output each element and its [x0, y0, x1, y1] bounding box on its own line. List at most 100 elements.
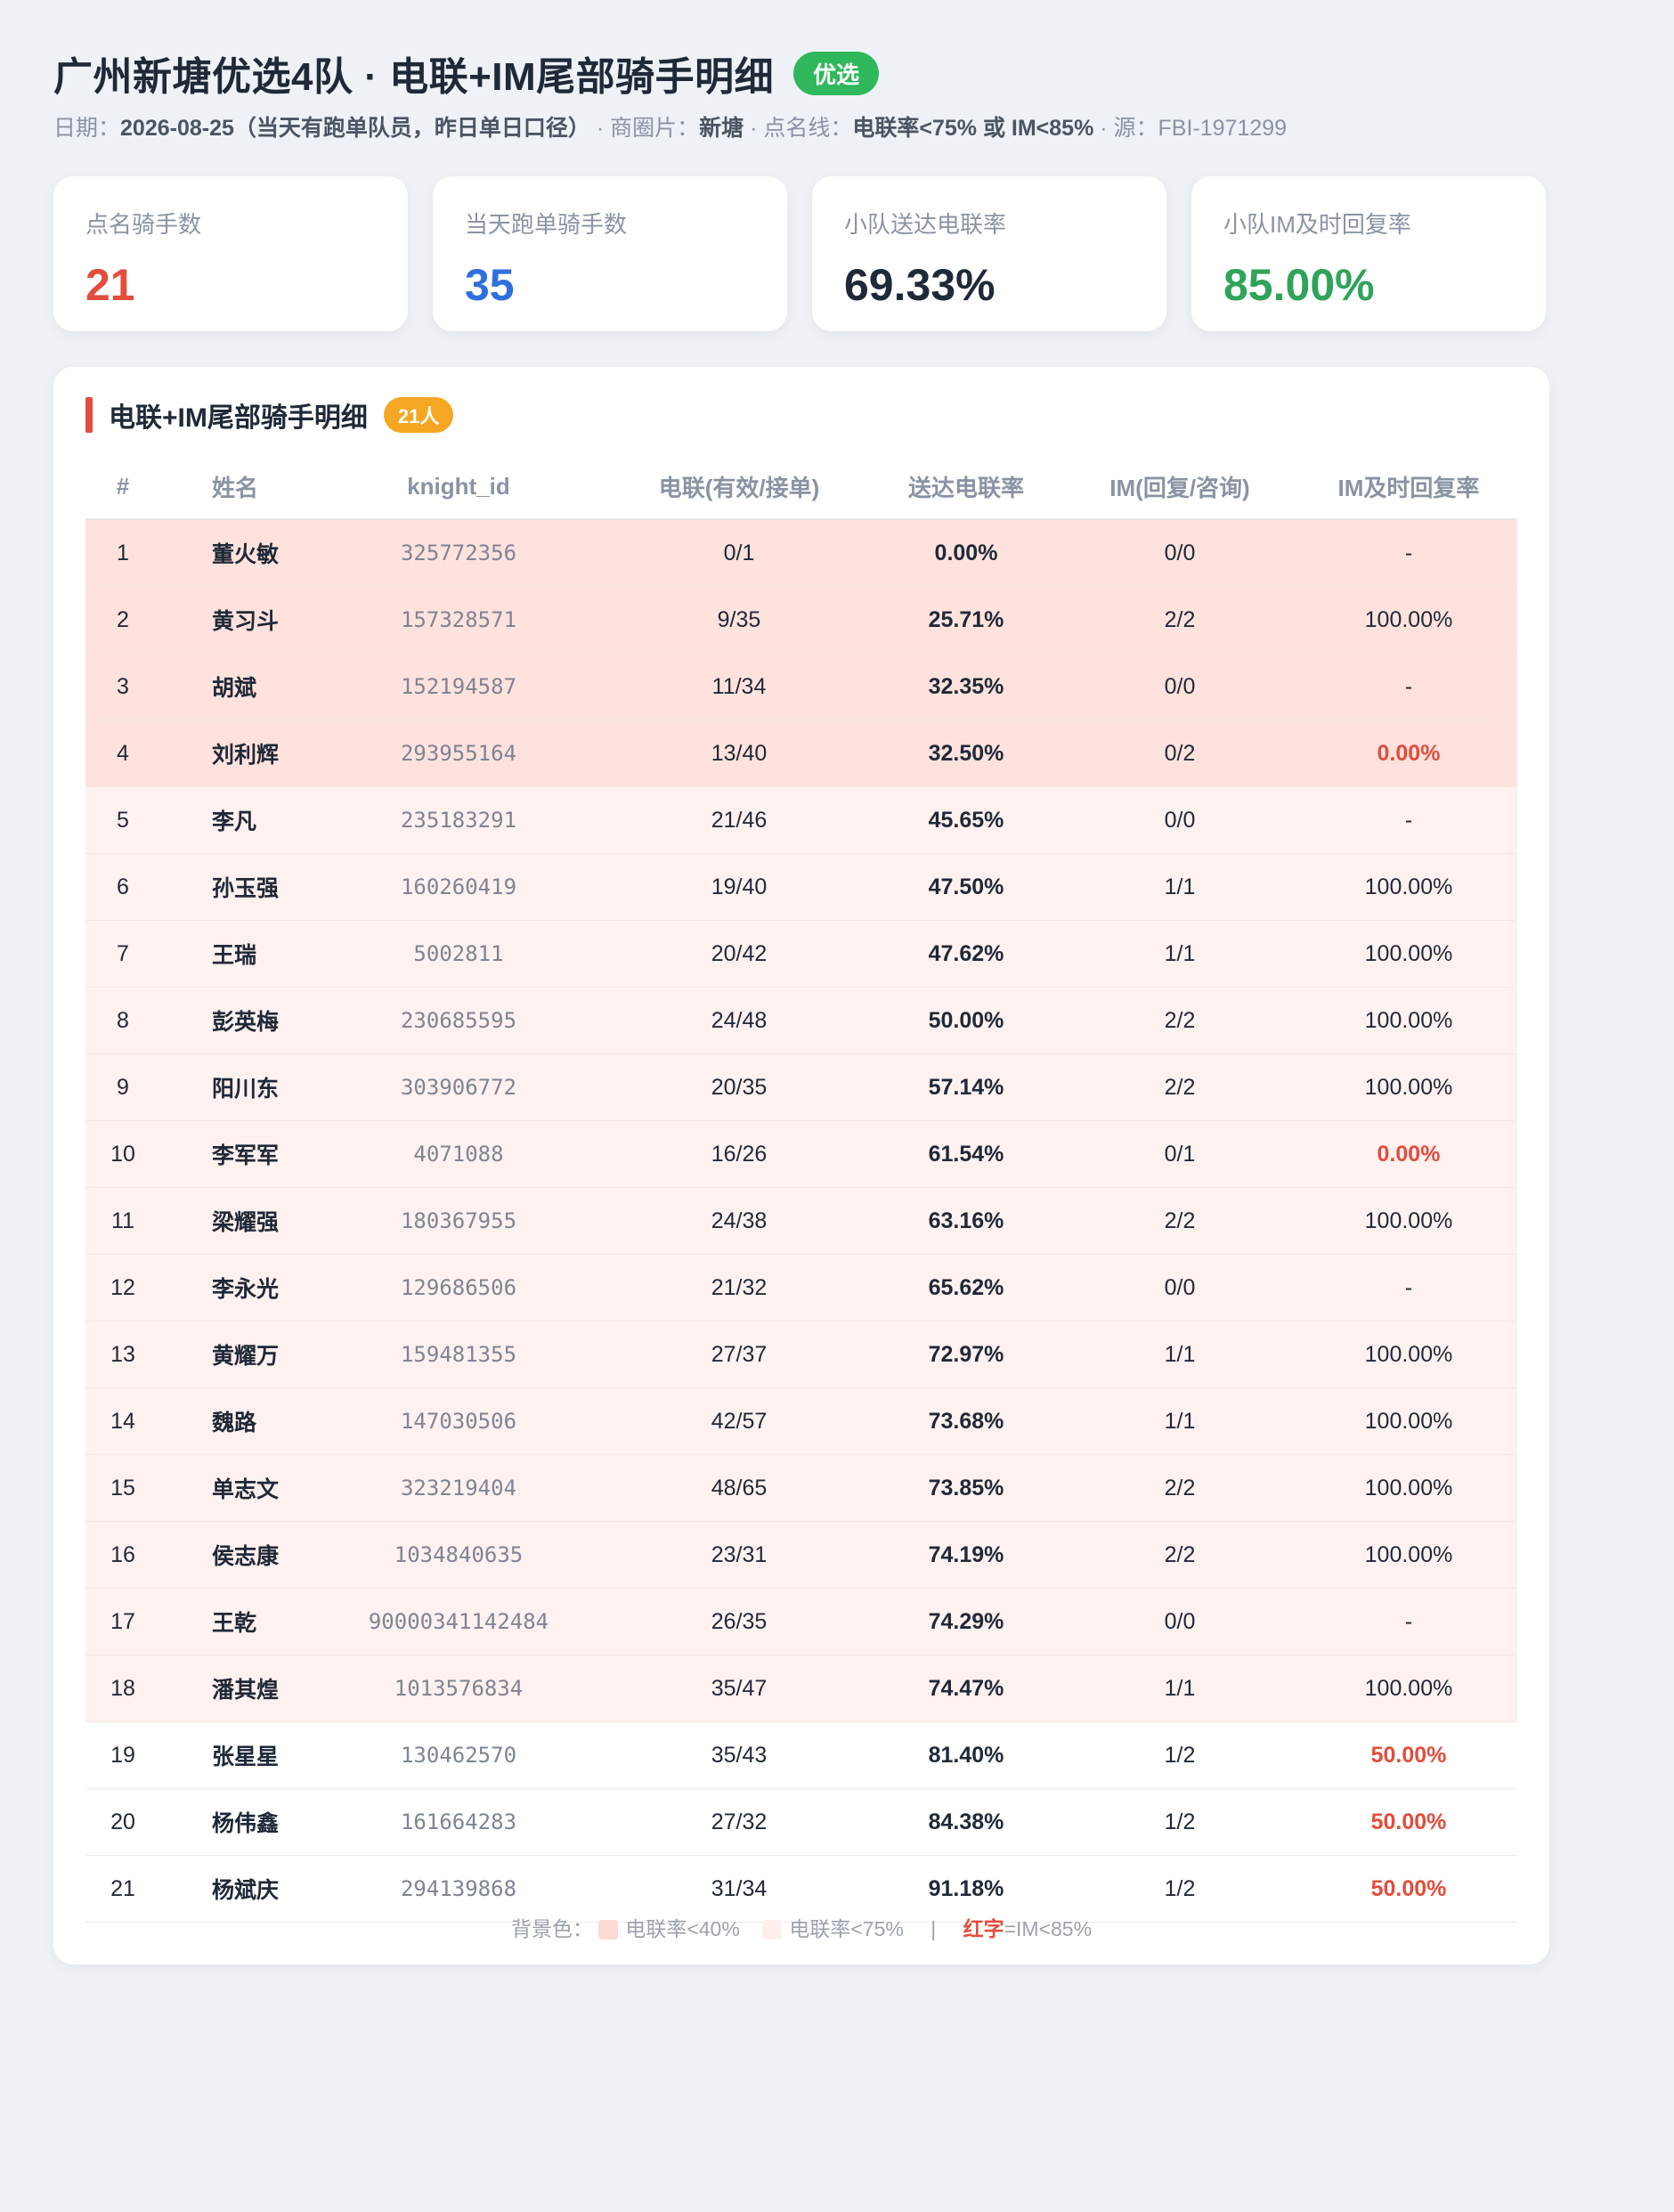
legend-mild-label: 电联率<75% — [789, 1917, 904, 1940]
cell-im: 0/0 — [1060, 1588, 1300, 1655]
legend-red-word: 红字 — [963, 1917, 1004, 1940]
cell-im: 1/1 — [1060, 853, 1300, 921]
cell-im: 1/1 — [1060, 920, 1300, 988]
cell-knight-id: 130462570 — [312, 1721, 605, 1789]
cell-im: 0/0 — [1060, 519, 1300, 587]
cell-name: 彭英梅 — [160, 987, 312, 1054]
legend-severe-label: 电联率<40% — [625, 1917, 740, 1940]
cell-call: 26/35 — [605, 1588, 873, 1655]
stat-card-called-riders: 点名骑手数 21 — [53, 176, 408, 331]
cell-call: 9/35 — [605, 586, 873, 654]
cell-im-rate: 100.00% — [1300, 1053, 1517, 1121]
col-header-knight-id: knight_id — [312, 454, 605, 520]
stat-value: 21 — [85, 260, 135, 310]
cell-im: 2/2 — [1060, 1053, 1300, 1121]
cell-im-rate: 100.00% — [1300, 1655, 1517, 1722]
table-row: 1 董火敏 325772356 0/1 0.00% 0/0- — [85, 519, 1517, 587]
cell-name: 黄耀万 — [160, 1321, 312, 1388]
stat-card-call-rate: 小队送达电联率 69.33% — [812, 176, 1166, 331]
cell-call: 0/1 — [605, 519, 873, 587]
col-header-call-rate: 送达电联率 — [873, 454, 1060, 520]
threshold-value: 电联率<75% 或 IM<85% — [852, 116, 1094, 141]
cell-call-rate: 81.40% — [873, 1721, 1060, 1789]
table-row: 18 潘其煌 1013576834 35/47 74.47% 1/1 100.00% — [85, 1655, 1517, 1722]
cell-im-rate: 50.00% — [1300, 1721, 1517, 1789]
cell-index: 15 — [85, 1454, 160, 1522]
cell-index: 11 — [85, 1187, 160, 1255]
cell-index: 6 — [85, 853, 160, 921]
cell-name: 王瑞 — [160, 920, 312, 988]
legend-prefix: 背景色： — [510, 1917, 593, 1940]
cell-knight-id: 147030506 — [312, 1387, 605, 1455]
cell-call-rate: 61.54% — [873, 1120, 1060, 1188]
cell-im: 2/2 — [1060, 1521, 1300, 1589]
col-header-index: # — [85, 454, 160, 520]
stat-card-active-riders: 当天跑单骑手数 35 — [433, 176, 787, 331]
cell-im: 1/2 — [1060, 1788, 1300, 1856]
cell-im: 2/2 — [1060, 1187, 1300, 1255]
table-row: 12 李永光 129686506 21/32 65.62% 0/0- — [85, 1254, 1517, 1322]
cell-im: 2/2 — [1060, 1454, 1300, 1522]
cell-im-rate: 100.00% — [1300, 1321, 1517, 1388]
table-row: 3 胡斌 152194587 11/34 32.35% 0/0- — [85, 653, 1517, 720]
cell-name: 李军军 — [160, 1120, 312, 1188]
cell-name: 黄习斗 — [160, 586, 312, 654]
cell-name: 李凡 — [160, 786, 312, 854]
legend-swatch-severe — [598, 1920, 619, 1940]
cell-call: 13/40 — [605, 720, 873, 787]
cell-index: 2 — [85, 586, 160, 654]
cell-knight-id: 230685595 — [312, 987, 605, 1054]
cell-call-rate: 63.16% — [873, 1187, 1060, 1255]
cell-call: 27/37 — [605, 1321, 873, 1388]
cell-index: 5 — [85, 786, 160, 854]
stat-label: 点名骑手数 — [85, 211, 202, 238]
table-row: 17 王乾 90000341142484 26/35 74.29% 0/0- — [85, 1588, 1517, 1655]
table-row: 7 王瑞 5002811 20/42 47.62% 1/1 100.00% — [85, 920, 1517, 988]
cell-call: 35/47 — [605, 1655, 873, 1722]
cell-index: 14 — [85, 1387, 160, 1455]
source-label: · 源：FBI-1971299 — [1093, 116, 1288, 141]
cell-call-rate: 73.85% — [873, 1454, 1060, 1522]
cell-im: 0/1 — [1060, 1120, 1300, 1188]
stat-label: 小队送达电联率 — [844, 211, 1007, 238]
cell-knight-id: 5002811 — [312, 920, 605, 988]
stat-label: 小队IM及时回复率 — [1223, 211, 1411, 238]
legend-red-rest: =IM<85% — [1004, 1917, 1093, 1940]
cell-im: 2/2 — [1060, 987, 1300, 1054]
cell-knight-id: 129686506 — [312, 1254, 605, 1322]
cell-call-rate: 72.97% — [873, 1321, 1060, 1388]
cell-knight-id: 235183291 — [312, 786, 605, 854]
accent-bar — [85, 397, 93, 433]
rider-table: # 姓名 knight_id 电联(有效/接单) 送达电联率 IM(回复/咨询)… — [85, 454, 1517, 1923]
cell-name: 王乾 — [160, 1588, 312, 1655]
legend-separator: | — [930, 1917, 937, 1940]
cell-call: 23/31 — [605, 1521, 873, 1589]
cell-im: 0/0 — [1060, 786, 1300, 854]
table-row: 19 张星星 130462570 35/43 81.40% 1/2 50.00% — [85, 1721, 1517, 1789]
cell-knight-id: 157328571 — [312, 586, 605, 654]
col-header-call: 电联(有效/接单) — [605, 454, 873, 520]
cell-call-rate: 74.19% — [873, 1521, 1060, 1589]
col-header-im: IM(回复/咨询) — [1060, 454, 1300, 520]
cell-im-rate: 100.00% — [1300, 1187, 1517, 1255]
table-row: 2 黄习斗 157328571 9/35 25.71% 2/2 100.00% — [85, 586, 1517, 654]
cell-call: 24/48 — [605, 987, 873, 1054]
cell-call: 35/43 — [605, 1721, 873, 1789]
cell-call: 27/32 — [605, 1788, 873, 1856]
stat-card-im-rate: 小队IM及时回复率 85.00% — [1191, 176, 1546, 331]
cell-call: 16/26 — [605, 1120, 873, 1188]
cell-im-rate: - — [1300, 519, 1517, 587]
cell-call-rate: 74.29% — [873, 1588, 1060, 1655]
cell-im-rate: 100.00% — [1300, 586, 1517, 654]
cell-knight-id: 303906772 — [312, 1053, 605, 1121]
stat-value: 69.33% — [844, 260, 995, 310]
panel-title: 电联+IM尾部骑手明细 — [109, 403, 368, 433]
cell-index: 19 — [85, 1721, 160, 1789]
table-body: 1 董火敏 325772356 0/1 0.00% 0/0-2 黄习斗 157328571 9/… — [85, 519, 1517, 1923]
cell-call: 19/40 — [605, 853, 873, 921]
cell-index: 3 — [85, 653, 160, 720]
cell-call-rate: 32.35% — [873, 653, 1060, 720]
cell-im-rate: 100.00% — [1300, 987, 1517, 1054]
cell-name: 孙玉强 — [160, 853, 312, 921]
area-value: 新塘 — [699, 116, 744, 141]
